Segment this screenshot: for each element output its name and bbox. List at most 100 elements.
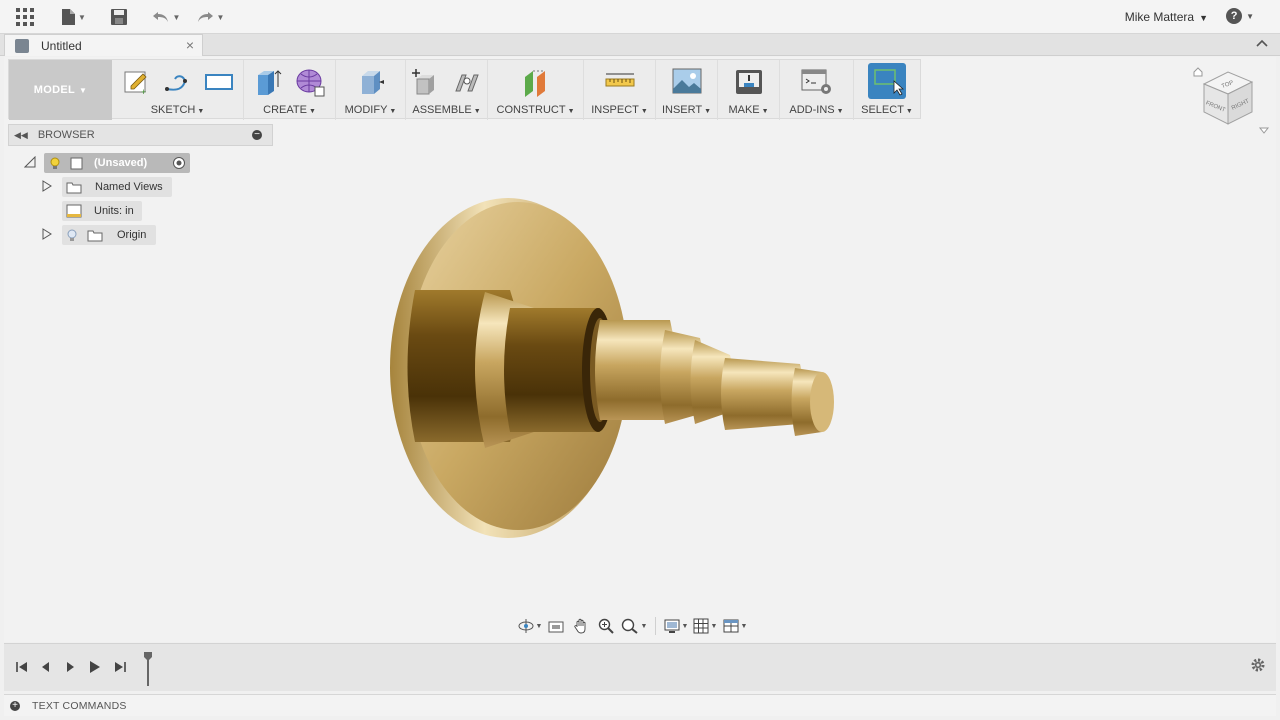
fit-zoom-window-button[interactable]: ▼ (619, 615, 649, 637)
measure-icon[interactable] (604, 67, 636, 97)
chevron-down-icon: ▼ (710, 622, 718, 630)
timeline (4, 643, 1276, 691)
3d-print-icon[interactable] (733, 67, 765, 97)
file-menu-button[interactable]: ▼ (58, 5, 90, 29)
viewcube-home-icon[interactable] (1193, 67, 1203, 77)
chevron-down-icon: ▼ (740, 622, 748, 630)
undo-button[interactable]: ▼ (148, 5, 184, 29)
skip-to-end-icon (115, 662, 126, 672)
scripts-addins-icon[interactable] (801, 67, 833, 97)
joint-icon[interactable] (451, 67, 483, 97)
named-views-label: Named Views (95, 181, 163, 193)
document-title: Untitled (41, 38, 82, 53)
press-pull-icon[interactable] (355, 67, 387, 97)
select-icon[interactable] (868, 63, 906, 99)
zoom-button[interactable] (593, 615, 619, 637)
minimize-panel-icon[interactable]: − (252, 130, 262, 140)
insert-image-icon[interactable] (671, 67, 703, 97)
workspace-switcher[interactable]: MODEL ▼ (9, 60, 112, 120)
viewcube-menu-icon[interactable] (1258, 127, 1270, 134)
go-to-end-button[interactable] (110, 658, 130, 676)
ribbon-toolbar: MODEL ▼ + SKETCH ▼ CREATE ▼ MODIFY ▼ ASS… (8, 59, 921, 120)
chevron-down-icon: ▼ (216, 12, 225, 22)
file-icon (62, 9, 76, 25)
browser-item-origin[interactable]: Origin (42, 225, 182, 245)
viewports-button[interactable]: ▼ (720, 615, 750, 637)
orbit-button[interactable]: ▼ (517, 615, 543, 637)
document-settings-icon (66, 204, 82, 218)
sketch-menu[interactable]: SKETCH ▼ (112, 104, 243, 116)
play-button[interactable] (85, 658, 105, 676)
addins-menu[interactable]: ADD-INS ▼ (780, 104, 853, 116)
timeline-marker[interactable] (144, 652, 152, 686)
modify-menu[interactable]: MODIFY ▼ (336, 104, 405, 116)
make-menu[interactable]: MAKE ▼ (718, 104, 779, 116)
text-commands-bar[interactable]: + TEXT COMMANDS (4, 694, 1276, 716)
close-tab-icon[interactable]: × (186, 37, 194, 53)
grid-menu-icon (16, 8, 34, 26)
text-commands-label: TEXT COMMANDS (32, 699, 127, 712)
help-menu-button[interactable]: ? ▼ (1226, 8, 1254, 24)
line-spline-icon[interactable] (162, 67, 194, 97)
visibility-bulb-off-icon[interactable] (67, 229, 77, 242)
create-sketch-icon[interactable]: + (121, 67, 153, 97)
component-icon (70, 157, 83, 170)
new-component-icon[interactable] (410, 67, 442, 97)
skip-to-start-icon (16, 662, 27, 672)
offset-plane-icon[interactable] (520, 67, 552, 97)
collapse-triangle-icon[interactable] (23, 155, 36, 170)
visibility-bulb-icon[interactable] (50, 157, 60, 170)
select-group: SELECT ▼ (854, 60, 920, 120)
viewcube[interactable]: TOP FRONT RIGHT (1192, 64, 1270, 142)
units-label: Units: in (94, 205, 134, 217)
browser-title: BROWSER (37, 129, 95, 141)
pan-button[interactable] (569, 615, 593, 637)
chevron-up-icon[interactable] (1256, 36, 1268, 50)
save-button[interactable] (108, 5, 130, 29)
play-icon (90, 661, 100, 673)
browser-item-units[interactable]: Units: in (42, 201, 182, 221)
expand-triangle-icon[interactable] (42, 180, 54, 194)
document-tab[interactable]: Untitled × (4, 34, 203, 56)
expand-triangle-icon[interactable] (42, 228, 54, 242)
activate-component-icon[interactable] (172, 156, 186, 173)
create-menu[interactable]: CREATE ▼ (244, 104, 335, 116)
step-forward-button[interactable] (60, 658, 80, 676)
browser-root-item[interactable]: (Unsaved) (23, 153, 194, 173)
undo-icon (152, 12, 168, 22)
timeline-settings-button[interactable] (1250, 657, 1266, 678)
inspect-menu[interactable]: INSPECT ▼ (584, 104, 655, 116)
chevron-down-icon: ▼ (172, 12, 181, 22)
user-account-menu[interactable]: Mike Mattera ▼ (1125, 10, 1208, 24)
brass-shaft-model[interactable] (360, 180, 860, 560)
insert-menu[interactable]: INSERT ▼ (656, 104, 717, 116)
expand-text-commands-icon[interactable]: + (10, 700, 20, 711)
document-tab-bar: Untitled × (0, 34, 1280, 56)
rectangle-icon[interactable] (203, 67, 235, 97)
browser-item-named-views[interactable]: Named Views (42, 177, 182, 197)
step-back-button[interactable] (36, 658, 56, 676)
redo-button[interactable]: ▼ (192, 5, 228, 29)
app-grid-button[interactable] (14, 5, 36, 29)
form-icon[interactable] (294, 67, 326, 97)
sketch-group: + SKETCH ▼ (112, 60, 244, 120)
display-settings-button[interactable]: ▼ (662, 615, 690, 637)
step-back-icon (42, 662, 49, 672)
chevron-down-icon: ▼ (79, 85, 88, 95)
select-menu[interactable]: SELECT ▼ (854, 104, 920, 116)
collapse-panel-icon[interactable]: ◀◀ (14, 130, 28, 141)
construct-group: CONSTRUCT ▼ (488, 60, 584, 120)
grid-snaps-button[interactable]: ▼ (690, 615, 720, 637)
extrude-icon[interactable] (253, 67, 285, 97)
look-at-button[interactable] (543, 615, 569, 637)
look-at-icon (548, 621, 564, 633)
root-component-label: (Unsaved) (94, 157, 148, 169)
go-to-start-button[interactable] (12, 658, 32, 676)
chevron-down-icon: ▼ (78, 12, 86, 22)
folder-icon (87, 230, 103, 241)
assemble-menu[interactable]: ASSEMBLE ▼ (406, 104, 487, 116)
construct-menu[interactable]: CONSTRUCT ▼ (488, 104, 583, 116)
redo-icon (197, 12, 213, 22)
design-document-icon (15, 38, 29, 53)
application-bar: ▼ ▼ ▼ Mike Mattera ▼ ? ▼ (0, 0, 1280, 34)
